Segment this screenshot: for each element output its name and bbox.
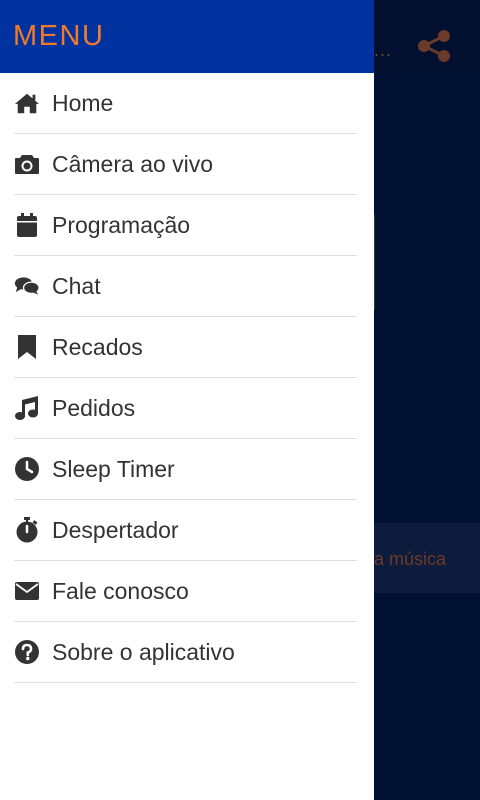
menu-item-label: Despertador (52, 516, 179, 543)
stopwatch-icon (14, 517, 40, 543)
menu-item-home[interactable]: Home (14, 73, 357, 134)
share-icon[interactable] (416, 28, 452, 64)
menu-item-messages[interactable]: Recados (14, 317, 357, 378)
camera-icon (14, 151, 40, 177)
drawer-header: MENU (0, 0, 374, 73)
menu-item-requests[interactable]: Pedidos (14, 378, 357, 439)
menu-item-sleep-timer[interactable]: Sleep Timer (14, 439, 357, 500)
bookmark-icon (14, 334, 40, 360)
menu-item-label: Sleep Timer (52, 455, 175, 482)
menu-item-alarm[interactable]: Despertador (14, 500, 357, 561)
menu-item-chat[interactable]: Chat (14, 256, 357, 317)
menu-item-label: Home (52, 89, 114, 116)
menu-item-schedule[interactable]: Programação (14, 195, 357, 256)
chat-icon (14, 273, 40, 299)
app-title-truncated: ... (374, 40, 393, 60)
envelope-icon (14, 578, 40, 604)
question-icon (14, 639, 40, 665)
menu-item-label: Fale conosco (52, 577, 189, 604)
app-song-text: a música (374, 549, 447, 569)
navigation-drawer: MENU Home Câmera ao vivo Programação Cha… (0, 0, 374, 800)
menu-item-label: Recados (52, 333, 143, 360)
menu-item-live-camera[interactable]: Câmera ao vivo (14, 134, 357, 195)
calendar-icon (14, 212, 40, 238)
drawer-title: MENU (13, 20, 105, 52)
menu-item-about[interactable]: Sobre o aplicativo (14, 622, 357, 683)
home-icon (14, 90, 40, 116)
clock-icon (14, 456, 40, 482)
menu-item-label: Chat (52, 272, 101, 299)
menu-item-label: Programação (52, 211, 191, 238)
drawer-menu: Home Câmera ao vivo Programação Chat Rec… (0, 73, 374, 683)
menu-item-label: Pedidos (52, 394, 136, 421)
music-icon (14, 395, 40, 421)
menu-item-label: Sobre o aplicativo (52, 638, 235, 665)
menu-item-contact[interactable]: Fale conosco (14, 561, 357, 622)
menu-item-label: Câmera ao vivo (52, 150, 214, 177)
